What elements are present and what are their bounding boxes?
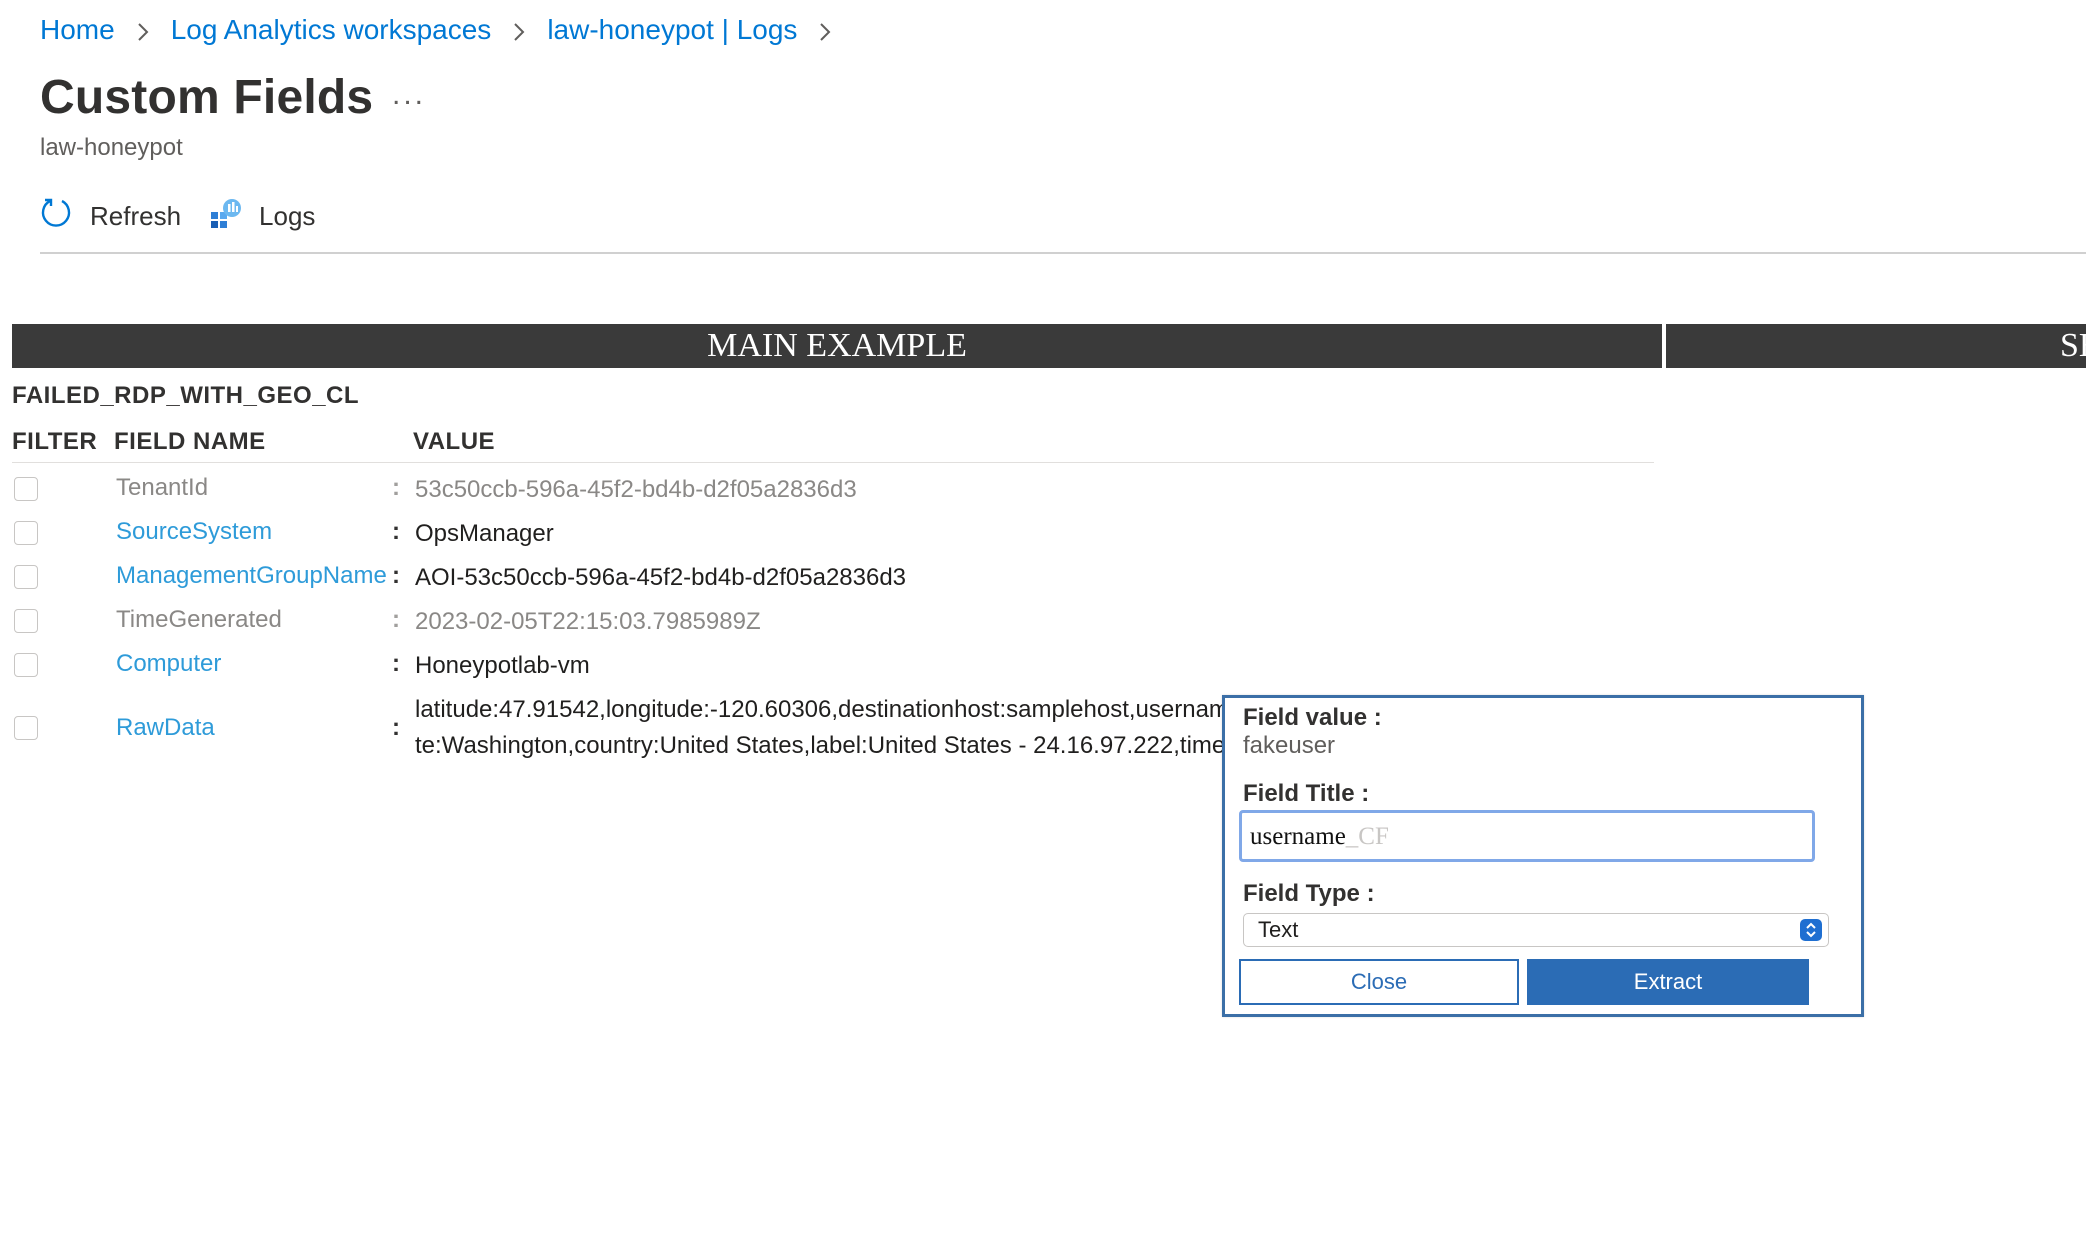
field-title-label: Field Title :	[1243, 780, 1370, 807]
field-value: 2023-02-05T22:15:03.7985989Z	[415, 608, 761, 635]
extract-button[interactable]: Extract	[1527, 959, 1809, 1005]
filter-checkbox[interactable]	[14, 565, 38, 589]
table-row: TenantId : 53c50ccb-596a-45f2-bd4b-d2f05…	[0, 472, 1250, 516]
logs-label: Logs	[259, 201, 316, 231]
breadcrumb: Home Log Analytics workspaces law-honeyp…	[40, 14, 853, 46]
refresh-icon	[40, 196, 90, 237]
field-name-link[interactable]: SourceSystem	[116, 518, 272, 546]
separator-colon: :	[392, 714, 400, 741]
toolbar-divider	[40, 252, 2086, 254]
column-header-field-name: FIELD NAME	[114, 428, 266, 455]
more-options-icon[interactable]: ...	[392, 78, 426, 112]
raw-data-line: latitude:47.91542,longitude:-120.60306,d…	[415, 696, 1223, 723]
field-value-text: fakeuser	[1243, 732, 1336, 759]
field-name-link[interactable]: Computer	[116, 650, 221, 678]
refresh-label: Refresh	[90, 201, 182, 231]
table-row: ManagementGroupName : AOI-53c50ccb-596a-…	[0, 560, 1250, 604]
table-row: SourceSystem : OpsManager	[0, 516, 1250, 560]
header-divider	[12, 462, 1654, 463]
field-type-selected: Text	[1258, 917, 1299, 942]
table-row: Computer : Honeypotlab-vm	[0, 648, 1250, 692]
chevron-right-icon	[491, 14, 547, 46]
column-header-value: VALUE	[413, 428, 496, 455]
second-example-header: SE	[1666, 324, 2086, 368]
table-row: RawData : latitude:47.91542,longitude:-1…	[0, 692, 1250, 772]
extract-field-dialog: Field value : fakeuser Field Title : use…	[1222, 695, 1864, 1017]
field-value-label: Field value :	[1243, 704, 1382, 731]
separator-colon: :	[392, 562, 400, 589]
field-type-select[interactable]: Text	[1243, 913, 1829, 947]
second-example-label: SE	[2060, 327, 2086, 364]
close-button[interactable]: Close	[1239, 959, 1519, 1005]
page-title: Custom Fields	[40, 71, 374, 124]
chevron-right-icon	[797, 14, 853, 46]
field-name-link[interactable]: ManagementGroupName	[116, 562, 387, 590]
filter-checkbox[interactable]	[14, 521, 38, 545]
field-name: TenantId	[116, 474, 209, 501]
breadcrumb-log-analytics-workspaces[interactable]: Log Analytics workspaces	[171, 14, 492, 46]
field-title-text: username	[1250, 823, 1346, 850]
chevron-right-icon	[115, 14, 171, 46]
filter-checkbox[interactable]	[14, 653, 38, 677]
breadcrumb-home[interactable]: Home	[40, 14, 115, 46]
table-row: TimeGenerated : 2023-02-05T22:15:03.7985…	[0, 604, 1250, 648]
field-name-link[interactable]: RawData	[116, 714, 215, 742]
raw-data-line: te:Washington,country:United States,labe…	[415, 732, 1223, 759]
field-title-value: username_CF	[1250, 823, 1389, 851]
table-name: FAILED_RDP_WITH_GEO_CL	[12, 382, 360, 409]
field-title-suffix: _CF	[1345, 823, 1389, 850]
logs-icon	[209, 196, 259, 237]
command-bar: Refresh Logs	[40, 196, 343, 237]
field-value: 53c50ccb-596a-45f2-bd4b-d2f05a2836d3	[415, 476, 857, 503]
breadcrumb-law-honeypot-logs[interactable]: law-honeypot | Logs	[547, 14, 797, 46]
updown-caret-icon	[1800, 919, 1822, 941]
filter-checkbox[interactable]	[14, 716, 38, 740]
refresh-button[interactable]: Refresh	[40, 196, 181, 237]
field-value[interactable]: OpsManager	[415, 520, 554, 548]
filter-checkbox[interactable]	[14, 477, 38, 501]
separator-colon: :	[392, 606, 400, 633]
field-value[interactable]: Honeypotlab-vm	[415, 652, 590, 680]
separator-colon: :	[392, 474, 400, 501]
logs-button[interactable]: Logs	[209, 196, 315, 237]
raw-data-value[interactable]: latitude:47.91542,longitude:-120.60306,d…	[415, 692, 1223, 764]
field-title-input[interactable]: username_CF	[1239, 810, 1815, 862]
filter-checkbox[interactable]	[14, 609, 38, 633]
main-example-header: MAIN EXAMPLE	[12, 324, 1662, 368]
page-subtitle: law-honeypot	[40, 134, 183, 161]
field-type-label: Field Type :	[1243, 880, 1375, 907]
separator-colon: :	[392, 650, 400, 677]
field-name: TimeGenerated	[116, 606, 282, 633]
column-header-filter: FILTER	[12, 428, 98, 455]
separator-colon: :	[392, 518, 400, 545]
field-value[interactable]: AOI-53c50ccb-596a-45f2-bd4b-d2f05a2836d3	[415, 564, 906, 592]
